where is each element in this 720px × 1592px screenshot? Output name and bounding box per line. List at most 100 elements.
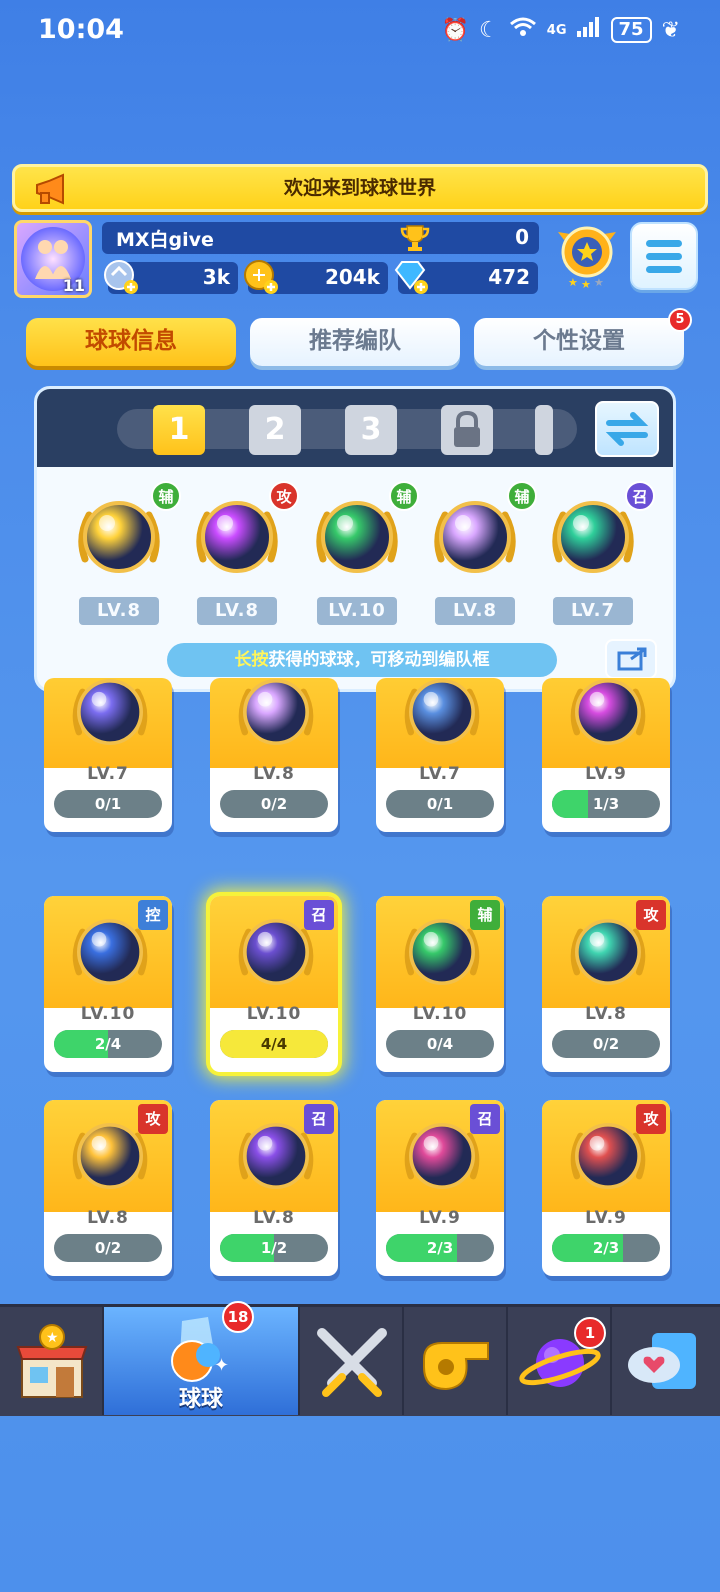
status-time: 10:04 [38, 14, 124, 45]
card-level: LV.10 [246, 1004, 302, 1024]
role-tag: 召 [470, 1104, 500, 1134]
role-tag: 攻 [138, 1104, 168, 1134]
card-ball [564, 678, 652, 756]
progress-text: 0/4 [426, 1035, 454, 1053]
tab-ball-info[interactable]: 球球信息 [26, 318, 236, 366]
card-ball [398, 678, 486, 756]
shop-icon: ★ [16, 1324, 88, 1398]
tab-personal-settings[interactable]: 个性设置 5 [474, 308, 692, 366]
ball-card-swirl-ball[interactable]: LV.7 0/1 [376, 678, 504, 832]
tab-label: 推荐编队 [309, 328, 401, 354]
main-menu-button[interactable] [630, 222, 698, 290]
nav-whistle[interactable] [404, 1307, 508, 1415]
nav-planet[interactable]: 1 [508, 1307, 612, 1415]
progress-text: 0/2 [260, 795, 288, 813]
nav-shop[interactable]: ★ [0, 1307, 104, 1415]
nav-battle[interactable] [300, 1307, 404, 1415]
status-bar: 10:04 ⏰ ☾ 4G 75 ❦ [0, 0, 720, 64]
share-icon [617, 647, 647, 671]
tab-label: 个性设置 [533, 328, 625, 354]
coin-value: 204k [324, 265, 380, 289]
locked-slot[interactable] [441, 405, 493, 455]
role-tag: 辅 [507, 481, 537, 511]
tab-recommended-team[interactable]: 推荐编队 [250, 318, 460, 366]
partial-slot [535, 405, 553, 455]
progress-bar: 2/3 [386, 1234, 494, 1262]
drag-hint: 长按获得的球球，可移动到编队框 [167, 643, 557, 677]
card-level: LV.9 [419, 1208, 461, 1228]
card-level: LV.9 [585, 1208, 627, 1228]
nav-balls-label: 球球 [178, 1387, 223, 1412]
card-ball [66, 678, 154, 756]
nav-balls[interactable]: ✦ 球球 18 [104, 1301, 300, 1415]
svg-text:★: ★ [568, 276, 578, 289]
ball-card-planet-ball[interactable]: LV.8 1/2 召 [210, 1100, 338, 1276]
people-ball-icon [238, 679, 314, 745]
swap-arrows-icon [605, 412, 649, 446]
card-level: LV.8 [253, 764, 295, 784]
role-tag: 攻 [269, 481, 299, 511]
battery-indicator: 75 [610, 17, 652, 43]
progress-text: 0/1 [426, 795, 454, 813]
ball-card-grid-ball[interactable]: LV.7 0/1 [44, 678, 172, 832]
mushroom-ball-icon [570, 679, 646, 745]
alarm-icon: ⏰ [441, 17, 470, 43]
ball-card-people-ball[interactable]: LV.8 0/2 [210, 678, 338, 832]
member-level: LV.10 [317, 597, 397, 625]
progress-text: 0/2 [592, 1035, 620, 1053]
progress-bar: 0/4 [386, 1030, 494, 1058]
name-bar: MX白give 0 [102, 222, 539, 254]
ball-card-tornado-ball[interactable]: LV.8 0/2 攻 [542, 896, 670, 1072]
ball-card-fist-ball[interactable]: LV.9 2/3 攻 [542, 1100, 670, 1276]
stamina-bar[interactable]: 3k [104, 260, 238, 294]
progress-text: 4/4 [260, 1035, 288, 1053]
team-slot-2[interactable]: 2 [249, 405, 301, 455]
diamond-value: 472 [488, 265, 530, 289]
svg-text:✦: ✦ [214, 1355, 229, 1376]
progress-bar: 0/2 [54, 1234, 162, 1262]
swap-team-button[interactable] [595, 401, 659, 457]
role-tag: 攻 [636, 1104, 666, 1134]
menu-line [646, 266, 682, 273]
coin-bar[interactable]: 204k [244, 260, 388, 294]
ball-card-shuriken-ball[interactable]: LV.8 0/2 攻 [44, 1100, 172, 1276]
progress-text: 1/3 [592, 795, 620, 813]
announcement-banner[interactable]: 欢迎来到球球世界 [12, 164, 708, 212]
card-level: LV.7 [87, 764, 129, 784]
nav-balls-badge: 18 [222, 1301, 254, 1333]
progress-bar: 4/4 [220, 1030, 328, 1058]
progress-bar: 0/1 [386, 790, 494, 818]
nav-planet-badge: 1 [574, 1317, 606, 1349]
team-slot-1[interactable]: 1 [153, 405, 205, 455]
nav-social[interactable] [612, 1307, 720, 1415]
team-panel: 1 2 3 辅 LV.8 攻 LV.8 辅 LV.10 辅 LV.8 召 LV.… [34, 386, 676, 692]
member-level: LV.8 [435, 597, 515, 625]
svg-text:★: ★ [594, 276, 604, 289]
share-button[interactable] [605, 639, 657, 679]
player-avatar[interactable]: 11 [14, 220, 92, 298]
svg-text:★: ★ [46, 1330, 59, 1346]
trophy-icon [400, 225, 430, 251]
player-name: MX白give [116, 229, 214, 251]
avatar-level: 11 [62, 276, 85, 295]
role-tag: 控 [138, 900, 168, 930]
diamond-bar[interactable]: 472 [394, 261, 538, 294]
role-tag: 召 [304, 900, 334, 930]
ball-card-star-arrow-ball[interactable]: LV.10 0/4 辅 [376, 896, 504, 1072]
progress-text: 0/2 [94, 1239, 122, 1257]
ball-card-ghost-ball[interactable]: LV.10 4/4 召 [210, 896, 338, 1072]
member-level: LV.8 [79, 597, 159, 625]
ball-card-mushroom-ball[interactable]: LV.9 1/3 [542, 678, 670, 832]
menu-line [646, 253, 682, 260]
team-slot-3[interactable]: 3 [345, 405, 397, 455]
ball-card-clock-ball[interactable]: LV.10 2/4 控 [44, 896, 172, 1072]
rank-medal-icon[interactable]: ★ ★ ★ [556, 222, 618, 292]
role-tag: 辅 [389, 481, 419, 511]
progress-text: 1/2 [260, 1239, 288, 1257]
card-level: LV.7 [419, 764, 461, 784]
menu-line [646, 240, 682, 247]
moon-icon: ☾ [479, 17, 499, 43]
card-level: LV.8 [585, 1004, 627, 1024]
ball-card-knife-ball[interactable]: LV.9 2/3 召 [376, 1100, 504, 1276]
whistle-icon [423, 1342, 489, 1391]
